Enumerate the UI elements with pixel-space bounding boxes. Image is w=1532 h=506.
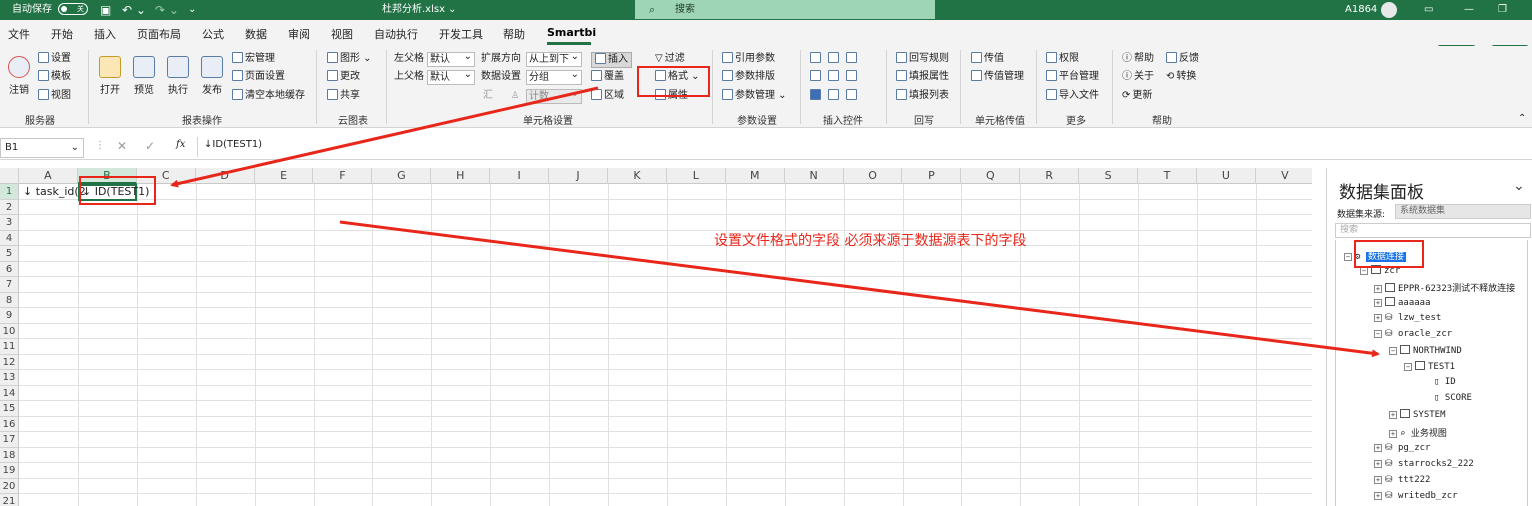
excel-window: 自动保存 关 ▣ ↶ ⌄ ↷ ⌄ ⌄ 杜邦分析.xlsx ⌄ ⌕ 搜索 A186… xyxy=(0,0,1532,506)
annotation-arrows xyxy=(170,86,1380,358)
arrow-to-field xyxy=(339,220,1380,358)
arrow-to-cell xyxy=(170,86,599,188)
